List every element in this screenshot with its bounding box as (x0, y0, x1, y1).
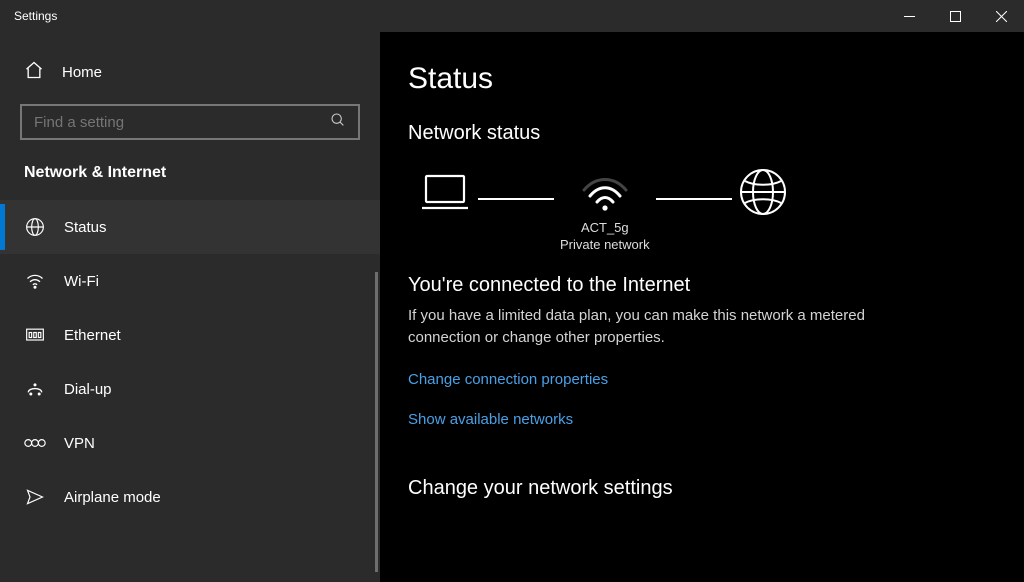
laptop-icon (418, 170, 472, 219)
sidebar-item-label: Wi-Fi (64, 273, 99, 290)
sidebar-item-status[interactable]: Status (0, 200, 380, 254)
network-diagram: ACT_5g Private network (418, 167, 996, 256)
ethernet-icon (24, 325, 46, 345)
window-buttons (886, 0, 1024, 32)
globe-large-icon (738, 167, 788, 222)
close-button[interactable] (978, 0, 1024, 32)
maximize-button[interactable] (932, 0, 978, 32)
wifi-network-type: Private network (560, 236, 650, 253)
diagram-device (418, 170, 472, 253)
content-pane: Status Network status (380, 32, 1024, 582)
change-network-settings-heading: Change your network settings (408, 477, 996, 500)
sidebar-item-airplane[interactable]: Airplane mode (0, 470, 380, 524)
sidebar-item-wifi[interactable]: Wi-Fi (0, 254, 380, 308)
diagram-connector (656, 198, 732, 200)
sidebar-item-vpn[interactable]: VPN (0, 416, 380, 470)
diagram-wifi: ACT_5g Private network (560, 170, 650, 253)
diagram-connector (478, 198, 554, 200)
diagram-internet (738, 167, 788, 256)
airplane-icon (24, 487, 46, 507)
titlebar: Settings (0, 0, 1024, 32)
wifi-ssid: ACT_5g (560, 219, 650, 236)
search-box[interactable] (20, 104, 360, 140)
sidebar-item-ethernet[interactable]: Ethernet (0, 308, 380, 362)
show-available-networks-link[interactable]: Show available networks (408, 411, 573, 428)
wifi-icon (24, 271, 46, 291)
sidebar-item-label: Dial-up (64, 381, 112, 398)
vpn-icon (24, 435, 46, 451)
dialup-icon (24, 379, 46, 399)
sidebar: Home Network & Internet Status Wi-Fi (0, 32, 380, 582)
search-icon (330, 112, 346, 133)
sidebar-home[interactable]: Home (0, 50, 380, 94)
window-title: Settings (0, 9, 57, 23)
home-icon (24, 60, 44, 84)
connection-status-description: If you have a limited data plan, you can… (408, 305, 928, 349)
search-input[interactable] (34, 114, 314, 131)
minimize-button[interactable] (886, 0, 932, 32)
network-status-heading: Network status (408, 122, 996, 145)
sidebar-item-label: Status (64, 219, 107, 236)
connection-status-heading: You're connected to the Internet (408, 274, 996, 297)
sidebar-item-dialup[interactable]: Dial-up (0, 362, 380, 416)
sidebar-scrollbar[interactable] (375, 272, 378, 572)
globe-icon (24, 217, 46, 237)
sidebar-item-label: Airplane mode (64, 489, 161, 506)
page-title: Status (408, 62, 996, 96)
sidebar-item-label: Ethernet (64, 327, 121, 344)
sidebar-home-label: Home (62, 64, 102, 81)
wifi-signal-icon (578, 170, 632, 219)
sidebar-section-title: Network & Internet (0, 152, 380, 200)
sidebar-item-label: VPN (64, 435, 95, 452)
change-connection-properties-link[interactable]: Change connection properties (408, 371, 608, 388)
